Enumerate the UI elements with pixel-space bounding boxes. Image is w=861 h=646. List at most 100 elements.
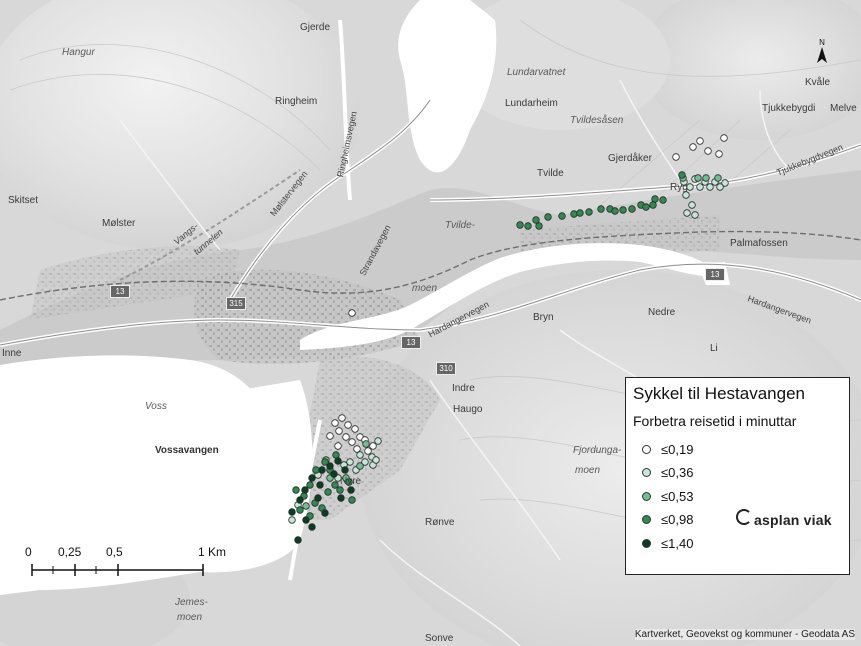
travel-time-point[interactable] <box>330 470 338 478</box>
travel-time-point[interactable] <box>348 309 356 317</box>
travel-time-point[interactable] <box>318 466 326 474</box>
travel-time-point[interactable] <box>346 458 354 466</box>
travel-time-point[interactable] <box>691 211 699 219</box>
travel-time-point[interactable] <box>597 205 605 213</box>
travel-time-point[interactable] <box>369 442 377 450</box>
travel-time-point[interactable] <box>570 210 578 218</box>
travel-time-point[interactable] <box>696 137 704 145</box>
place-label: Tjukkebygdi <box>762 103 816 114</box>
legend-subtitle: Forbetra reisetid i minuttar <box>633 413 797 429</box>
travel-time-point[interactable] <box>331 419 339 427</box>
travel-time-point[interactable] <box>372 456 380 464</box>
travel-time-point[interactable] <box>321 509 329 517</box>
legend-item-label: ≤0,19 <box>661 441 694 457</box>
travel-time-point[interactable] <box>704 147 712 155</box>
road-number-shield: 13 <box>705 268 725 281</box>
legend-item: ≤0,98 <box>642 511 693 527</box>
travel-time-point[interactable] <box>585 208 593 216</box>
travel-time-point[interactable] <box>642 203 650 211</box>
travel-time-point[interactable] <box>326 462 334 470</box>
road-number-shield: 13 <box>110 285 130 298</box>
travel-time-point[interactable] <box>535 222 543 230</box>
travel-time-point[interactable] <box>362 440 370 448</box>
place-label: Tvilde <box>537 168 564 179</box>
place-label: Lundarheim <box>505 98 558 109</box>
place-label: Tvildesåsen <box>570 115 624 126</box>
travel-time-point[interactable] <box>344 421 352 429</box>
travel-time-point[interactable] <box>688 201 696 209</box>
travel-time-point[interactable] <box>301 486 309 494</box>
travel-time-point[interactable] <box>306 481 314 489</box>
legend-item-label: ≤0,53 <box>661 488 694 504</box>
travel-time-point[interactable] <box>689 143 697 151</box>
travel-time-point[interactable] <box>714 174 722 182</box>
travel-time-point[interactable] <box>302 502 310 510</box>
travel-time-point[interactable] <box>326 432 334 440</box>
travel-time-point[interactable] <box>683 209 691 217</box>
travel-time-point[interactable] <box>338 414 346 422</box>
travel-time-point[interactable] <box>336 486 344 494</box>
travel-time-point[interactable] <box>651 195 659 203</box>
travel-time-point[interactable] <box>324 488 332 496</box>
travel-time-point[interactable] <box>335 427 343 435</box>
travel-time-point[interactable] <box>720 134 728 142</box>
legend-swatch <box>642 491 651 501</box>
travel-time-point[interactable] <box>696 183 704 191</box>
travel-time-point[interactable] <box>678 171 686 179</box>
travel-time-point[interactable] <box>706 183 714 191</box>
travel-time-point[interactable] <box>356 462 364 470</box>
travel-time-point[interactable] <box>649 201 657 209</box>
place-label: moen <box>575 465 601 476</box>
travel-time-point[interactable] <box>296 496 304 504</box>
travel-time-point[interactable] <box>532 216 540 224</box>
travel-time-point[interactable] <box>558 212 566 220</box>
travel-time-point[interactable] <box>672 153 680 161</box>
travel-time-point[interactable] <box>716 183 724 191</box>
travel-time-point[interactable] <box>694 174 702 182</box>
travel-time-point[interactable] <box>334 457 342 465</box>
map-credit: Kartverket, Geovekst og kommuner - Geoda… <box>634 629 855 640</box>
travel-time-point[interactable] <box>296 506 304 514</box>
travel-time-point[interactable] <box>294 536 302 544</box>
travel-time-point[interactable] <box>337 494 345 502</box>
travel-time-point[interactable] <box>374 437 382 445</box>
travel-time-point[interactable] <box>702 174 710 182</box>
travel-time-point[interactable] <box>611 207 619 215</box>
travel-time-point[interactable] <box>288 516 296 524</box>
travel-time-point[interactable] <box>619 206 627 214</box>
travel-time-point[interactable] <box>292 486 300 494</box>
place-label: Melve <box>830 103 857 114</box>
travel-time-point[interactable] <box>347 486 355 494</box>
legend-swatch <box>642 444 651 454</box>
travel-time-point[interactable] <box>342 433 350 441</box>
travel-time-point[interactable] <box>331 481 339 489</box>
travel-time-point[interactable] <box>364 447 372 455</box>
travel-time-point[interactable] <box>524 222 532 230</box>
travel-time-point[interactable] <box>544 213 552 221</box>
travel-time-point[interactable] <box>302 516 310 524</box>
travel-time-point[interactable] <box>308 523 316 531</box>
travel-time-point[interactable] <box>715 150 723 158</box>
legend-item-label: ≤0,36 <box>661 464 694 480</box>
travel-time-point[interactable] <box>288 508 296 516</box>
travel-time-point[interactable] <box>351 425 359 433</box>
asplan-viak-logo-icon <box>736 509 752 525</box>
place-label: Voss <box>145 401 167 412</box>
travel-time-point[interactable] <box>334 442 342 450</box>
travel-time-point[interactable] <box>316 481 324 489</box>
travel-time-point[interactable] <box>308 474 316 482</box>
place-label: Nyre <box>340 476 362 487</box>
place-label: Vossavangen <box>155 445 219 456</box>
travel-time-point[interactable] <box>314 494 322 502</box>
travel-time-point[interactable] <box>348 496 356 504</box>
travel-time-point[interactable] <box>659 196 667 204</box>
travel-time-point[interactable] <box>356 451 364 459</box>
travel-time-point[interactable] <box>353 445 361 453</box>
travel-time-point[interactable] <box>341 466 349 474</box>
travel-time-point[interactable] <box>628 205 636 213</box>
travel-time-point[interactable] <box>348 438 356 446</box>
place-label: Lundarvatnet <box>507 67 566 78</box>
travel-time-point[interactable] <box>576 209 584 217</box>
travel-time-point[interactable] <box>332 451 340 459</box>
travel-time-point[interactable] <box>516 221 524 229</box>
